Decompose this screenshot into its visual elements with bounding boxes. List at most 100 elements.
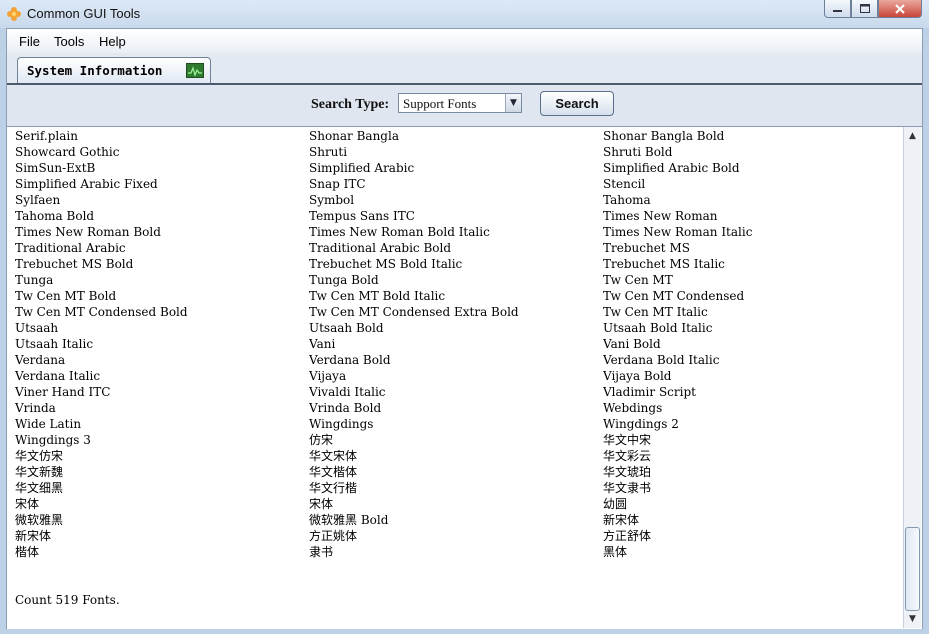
font-list-item: Tw Cen MT Bold Italic	[309, 289, 446, 303]
vertical-scrollbar[interactable]: ▲ ▼	[903, 127, 921, 628]
font-list-item: 华文仿宋	[15, 449, 64, 463]
font-list-item: Sylfaen	[15, 193, 61, 207]
close-button[interactable]	[878, 0, 922, 18]
font-list-item: Simplified Arabic Bold	[603, 161, 740, 175]
font-list-item: Wingdings	[309, 417, 374, 431]
window-title: Common GUI Tools	[27, 6, 141, 21]
font-list-item: Serif.plain	[15, 129, 78, 143]
tab-strip: System Information	[7, 53, 922, 85]
font-list-item: Vani	[309, 337, 336, 351]
tab-system-information[interactable]: System Information	[17, 57, 211, 83]
font-list-item: Simplified Arabic Fixed	[15, 177, 158, 191]
menu-tools[interactable]: Tools	[54, 34, 84, 49]
font-list-item: 幼圆	[603, 497, 628, 511]
tab-label: System Information	[27, 63, 163, 78]
font-list-item: Utsaah Italic	[15, 337, 94, 351]
font-list-item: Verdana Bold Italic	[603, 353, 720, 367]
font-results-area[interactable]: Serif.plain Shonar Bangla Shonar Bangla Bo…	[7, 126, 922, 629]
search-button[interactable]: Search	[540, 91, 614, 116]
window-client: File Tools Help System Information Searc…	[6, 28, 923, 629]
font-list-item: Tahoma Bold	[15, 209, 95, 223]
font-list-item: 宋体	[309, 497, 334, 511]
font-list-item: 方正舒体	[603, 529, 652, 543]
font-list-item: Showcard Gothic	[15, 145, 120, 159]
minimize-icon	[833, 9, 842, 12]
font-list-item: SimSun-ExtB	[15, 161, 96, 175]
search-type-select[interactable]: Support Fonts ▼	[398, 93, 522, 113]
font-list-item: Vrinda	[15, 401, 56, 415]
minimize-button[interactable]	[824, 0, 851, 18]
close-icon	[895, 3, 905, 14]
font-list-item: Shruti Bold	[603, 145, 673, 159]
font-list-item: Tunga	[15, 273, 54, 287]
font-list-item: Times New Roman Italic	[603, 225, 753, 239]
font-list-item: Utsaah	[15, 321, 59, 335]
font-list-item: Trebuchet MS Italic	[603, 257, 725, 271]
font-list-item: 华文楷体	[309, 465, 358, 479]
font-list-item: Wide Latin	[15, 417, 82, 431]
menu-bar: File Tools Help	[7, 29, 922, 53]
font-list-item: 华文细黑	[15, 481, 64, 495]
font-list-item: Webdings	[603, 401, 663, 415]
font-list-item: Times New Roman Bold Italic	[309, 225, 490, 239]
scroll-up-icon[interactable]: ▲	[905, 128, 920, 143]
font-list-item: Times New Roman	[603, 209, 718, 223]
font-list-item: 华文中宋	[603, 433, 652, 447]
font-list-item: Symbol	[309, 193, 355, 207]
font-list-item: 方正姚体	[309, 529, 358, 543]
window-titlebar: Common GUI Tools	[0, 0, 929, 28]
font-list-item: Tw Cen MT Condensed Bold	[15, 305, 188, 319]
font-list-item: Tw Cen MT Condensed	[603, 289, 745, 303]
font-count-text: Count 519 Fonts.	[15, 593, 120, 607]
search-toolbar: Search Type: Support Fonts ▼ Search	[7, 85, 922, 126]
font-list-item: Tempus Sans ITC	[309, 209, 415, 223]
font-list-item: Viner Hand ITC	[15, 385, 111, 399]
font-list-item: Verdana Bold	[309, 353, 391, 367]
font-list-item: Snap ITC	[309, 177, 366, 191]
font-list-item: Wingdings 2	[603, 417, 679, 431]
font-list-item: Traditional Arabic	[15, 241, 126, 255]
font-list-item: Verdana Italic	[15, 369, 101, 383]
font-list-item: 华文彩云	[603, 449, 652, 463]
font-list-item: Vijaya	[309, 369, 347, 383]
font-list-item: Stencil	[603, 177, 646, 191]
font-list-item: 新宋体	[15, 529, 52, 543]
font-list-item: 华文新魏	[15, 465, 64, 479]
font-list-item: Wingdings 3	[15, 433, 91, 447]
font-list: Serif.plain Shonar Bangla Shonar Bangla Bo…	[15, 128, 895, 560]
menu-file[interactable]: File	[19, 34, 40, 49]
flower-app-icon	[7, 7, 21, 21]
font-list-item: Tw Cen MT Italic	[603, 305, 708, 319]
font-list-item: 华文行楷	[309, 481, 358, 495]
font-list-item: 华文隶书	[603, 481, 652, 495]
scroll-down-icon[interactable]: ▼	[905, 611, 920, 626]
font-list-item: 微软雅黑	[15, 513, 64, 527]
font-list-item: Trebuchet MS Bold Italic	[309, 257, 463, 271]
font-list-item: Utsaah Bold Italic	[603, 321, 713, 335]
font-list-item: 微软雅黑 Bold	[309, 513, 389, 527]
search-type-label: Search Type:	[311, 97, 390, 112]
font-list-item: 楷体	[15, 545, 40, 559]
font-list-item: 仿宋	[309, 433, 334, 447]
font-list-item: 黑体	[603, 545, 628, 559]
font-list-item: 华文宋体	[309, 449, 358, 463]
font-list-item: Trebuchet MS	[603, 241, 690, 255]
menu-help[interactable]: Help	[99, 34, 126, 49]
search-type-value: Support Fonts	[403, 96, 477, 111]
scrollbar-thumb[interactable]	[905, 527, 920, 611]
font-list-item: Vani Bold	[603, 337, 661, 351]
chevron-down-icon[interactable]: ▼	[505, 94, 521, 112]
font-list-item: 宋体	[15, 497, 40, 511]
font-list-item: Traditional Arabic Bold	[309, 241, 452, 255]
monitor-icon	[186, 63, 204, 78]
font-list-item: 华文琥珀	[603, 465, 652, 479]
maximize-button[interactable]	[851, 0, 878, 18]
font-list-item: Vladimir Script	[603, 385, 696, 399]
font-list-item: Shonar Bangla	[309, 129, 399, 143]
font-list-item: Utsaah Bold	[309, 321, 384, 335]
maximize-icon	[859, 4, 870, 13]
font-list-item: 新宋体	[603, 513, 640, 527]
font-list-item: Simplified Arabic	[309, 161, 415, 175]
font-list-item: Tw Cen MT Bold	[15, 289, 117, 303]
font-list-item: Vijaya Bold	[603, 369, 672, 383]
